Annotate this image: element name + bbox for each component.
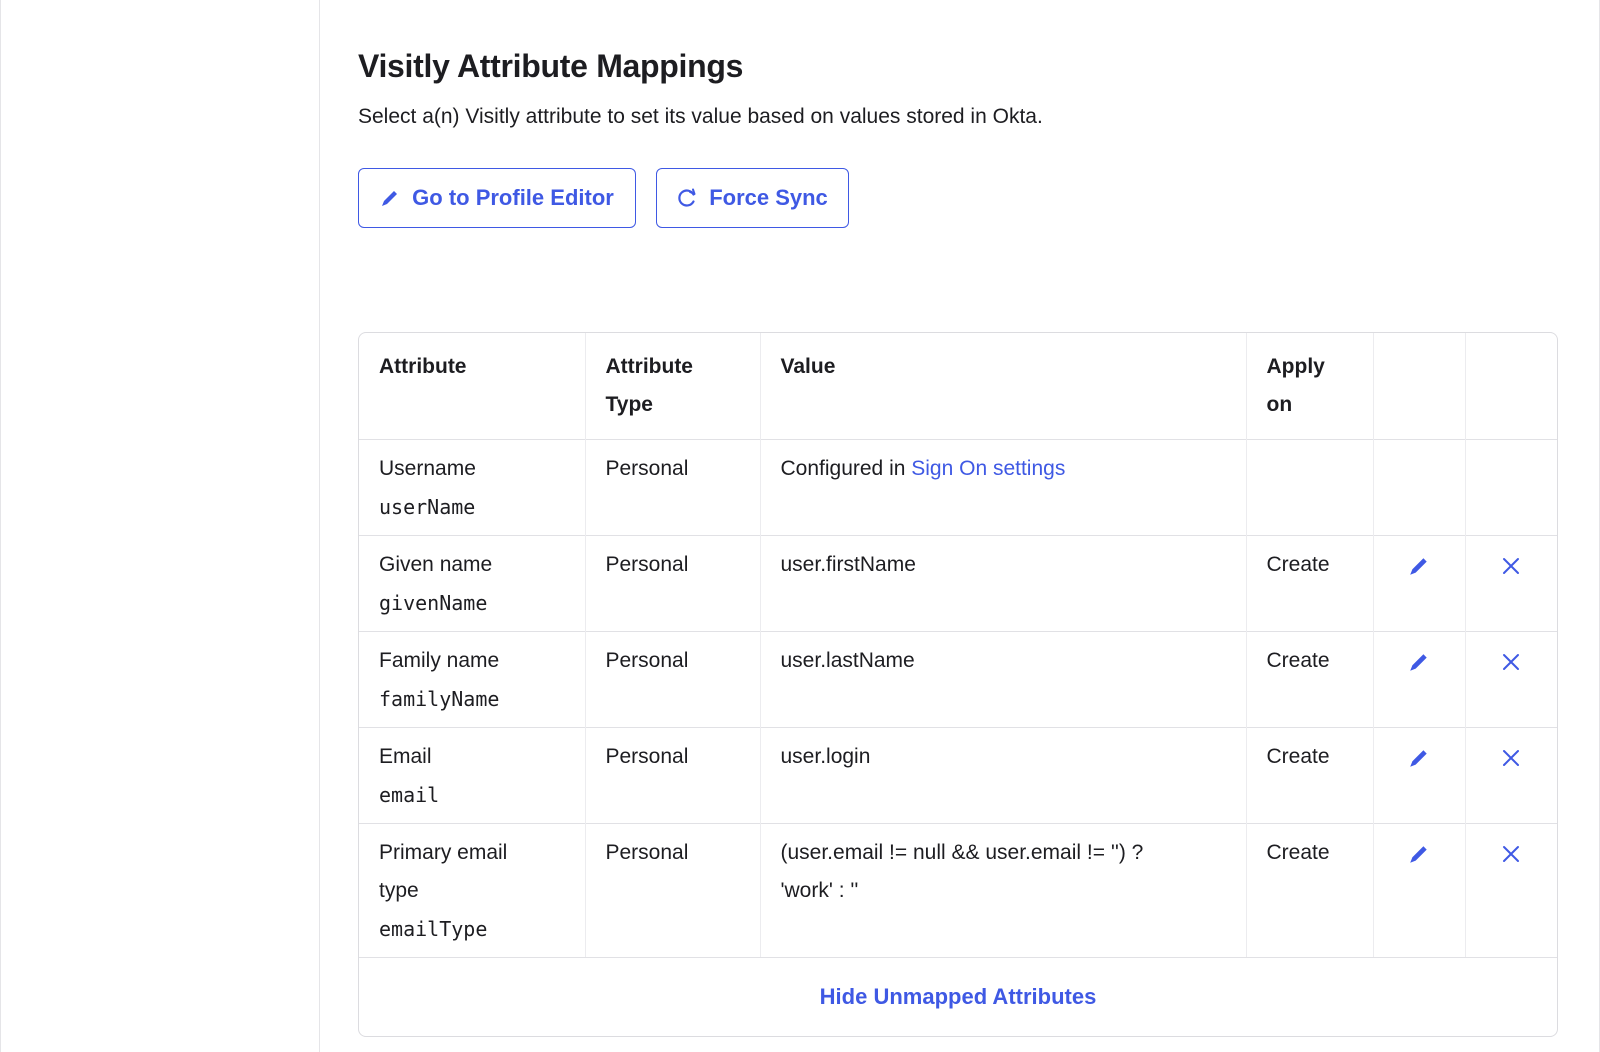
column-header-remove bbox=[1465, 333, 1557, 440]
table-row: Username userName Personal Configured in… bbox=[359, 439, 1557, 536]
table-footer: Hide Unmapped Attributes bbox=[359, 957, 1557, 1036]
remove-cell bbox=[1465, 824, 1557, 958]
close-icon bbox=[1503, 846, 1520, 862]
remove-mapping-button[interactable] bbox=[1497, 552, 1525, 580]
value-prefix: Configured in bbox=[780, 457, 912, 480]
go-to-profile-editor-label: Go to Profile Editor bbox=[412, 185, 614, 210]
force-sync-label: Force Sync bbox=[709, 185, 828, 210]
go-to-profile-editor-button[interactable]: Go to Profile Editor bbox=[358, 168, 636, 228]
apply-on-cell: Create bbox=[1246, 535, 1374, 632]
table-row: Primary email type emailType Personal (u… bbox=[359, 823, 1557, 958]
left-sidebar bbox=[0, 0, 320, 1052]
value-cell: user.lastName bbox=[760, 631, 1247, 728]
column-header-value: Value bbox=[760, 333, 1247, 440]
attribute-mappings-table: Attribute Attribute Type Value Apply on Us… bbox=[359, 333, 1557, 957]
attribute-type-cell: Personal bbox=[585, 823, 761, 957]
attribute-variable: emailType bbox=[379, 917, 488, 941]
pencil-icon bbox=[1410, 558, 1427, 575]
remove-cell bbox=[1465, 728, 1557, 824]
edit-mapping-button[interactable] bbox=[1405, 744, 1433, 772]
table-row: Family name familyName Personal user.las… bbox=[359, 631, 1557, 728]
edit-mapping-button[interactable] bbox=[1405, 840, 1433, 868]
attribute-cell: Username userName bbox=[359, 439, 586, 536]
attribute-label: Username bbox=[379, 457, 476, 480]
hide-unmapped-attributes-link[interactable]: Hide Unmapped Attributes bbox=[820, 984, 1097, 1010]
attribute-label: Family name bbox=[379, 649, 500, 672]
attribute-variable: givenName bbox=[379, 591, 488, 615]
attribute-variable: userName bbox=[379, 495, 476, 519]
table-row: Email email Personal user.login Create bbox=[359, 727, 1557, 824]
edit-cell bbox=[1373, 535, 1466, 632]
remove-cell bbox=[1465, 536, 1557, 632]
attribute-cell: Primary email type emailType bbox=[359, 823, 586, 957]
attribute-cell: Family name familyName bbox=[359, 631, 586, 728]
remove-mapping-button[interactable] bbox=[1497, 744, 1525, 772]
pencil-icon bbox=[1410, 750, 1427, 767]
apply-on-cell: Create bbox=[1246, 631, 1374, 728]
value-expression-line1: (user.email != null && user.email != '')… bbox=[780, 841, 1144, 864]
attribute-mappings-table-card: Attribute Attribute Type Value Apply on Us… bbox=[358, 332, 1558, 1037]
attribute-type-cell: Personal bbox=[585, 535, 761, 632]
remove-cell bbox=[1465, 632, 1557, 728]
edit-cell bbox=[1373, 439, 1466, 536]
edit-cell bbox=[1373, 631, 1466, 728]
column-header-attribute: Attribute bbox=[359, 333, 586, 440]
column-header-attribute-type: Attribute Type bbox=[585, 333, 761, 440]
pencil-icon bbox=[1410, 654, 1427, 671]
remove-mapping-button[interactable] bbox=[1497, 648, 1525, 676]
column-header-edit bbox=[1373, 333, 1466, 440]
page-subtitle: Select a(n) Visitly attribute to set its… bbox=[358, 105, 1043, 128]
table-header-row: Attribute Attribute Type Value Apply on bbox=[359, 333, 1557, 440]
attribute-type-cell: Personal bbox=[585, 439, 761, 536]
edit-mapping-button[interactable] bbox=[1405, 648, 1433, 676]
sign-on-settings-link[interactable]: Sign On settings bbox=[911, 457, 1065, 480]
close-icon bbox=[1503, 750, 1520, 766]
page-title: Visitly Attribute Mappings bbox=[358, 48, 744, 84]
close-icon bbox=[1503, 558, 1520, 574]
pencil-icon bbox=[1410, 846, 1427, 863]
close-icon bbox=[1503, 654, 1520, 670]
attribute-variable: familyName bbox=[379, 687, 500, 711]
page: Visitly Attribute Mappings Select a(n) V… bbox=[0, 0, 1600, 1052]
attribute-label-continued: type bbox=[379, 879, 419, 902]
value-cell: user.login bbox=[760, 727, 1247, 824]
value-expression-line2: 'work' : '' bbox=[780, 879, 859, 902]
remove-cell bbox=[1465, 440, 1557, 536]
attribute-type-cell: Personal bbox=[585, 727, 761, 824]
column-header-apply-on: Apply on bbox=[1246, 333, 1374, 440]
edit-cell bbox=[1373, 727, 1466, 824]
table-row: Given name givenName Personal user.first… bbox=[359, 535, 1557, 632]
value-cell: (user.email != null && user.email != '')… bbox=[760, 823, 1247, 957]
pencil-icon bbox=[380, 188, 400, 208]
attribute-type-cell: Personal bbox=[585, 631, 761, 728]
remove-mapping-button[interactable] bbox=[1497, 840, 1525, 868]
attribute-label: Given name bbox=[379, 553, 493, 576]
edit-cell bbox=[1373, 823, 1466, 957]
attribute-label: Email bbox=[379, 745, 432, 768]
attribute-cell: Email email bbox=[359, 727, 586, 824]
apply-on-cell: Create bbox=[1246, 823, 1374, 957]
attribute-label: Primary email bbox=[379, 841, 508, 864]
apply-on-cell bbox=[1246, 439, 1374, 536]
edit-mapping-button[interactable] bbox=[1405, 552, 1433, 580]
force-sync-button[interactable]: Force Sync bbox=[656, 168, 849, 228]
attribute-variable: email bbox=[379, 783, 440, 807]
attribute-cell: Given name givenName bbox=[359, 535, 586, 632]
apply-on-cell: Create bbox=[1246, 727, 1374, 824]
refresh-icon bbox=[677, 188, 697, 208]
value-cell: user.firstName bbox=[760, 535, 1247, 632]
value-cell: Configured in Sign On settings bbox=[760, 439, 1247, 536]
